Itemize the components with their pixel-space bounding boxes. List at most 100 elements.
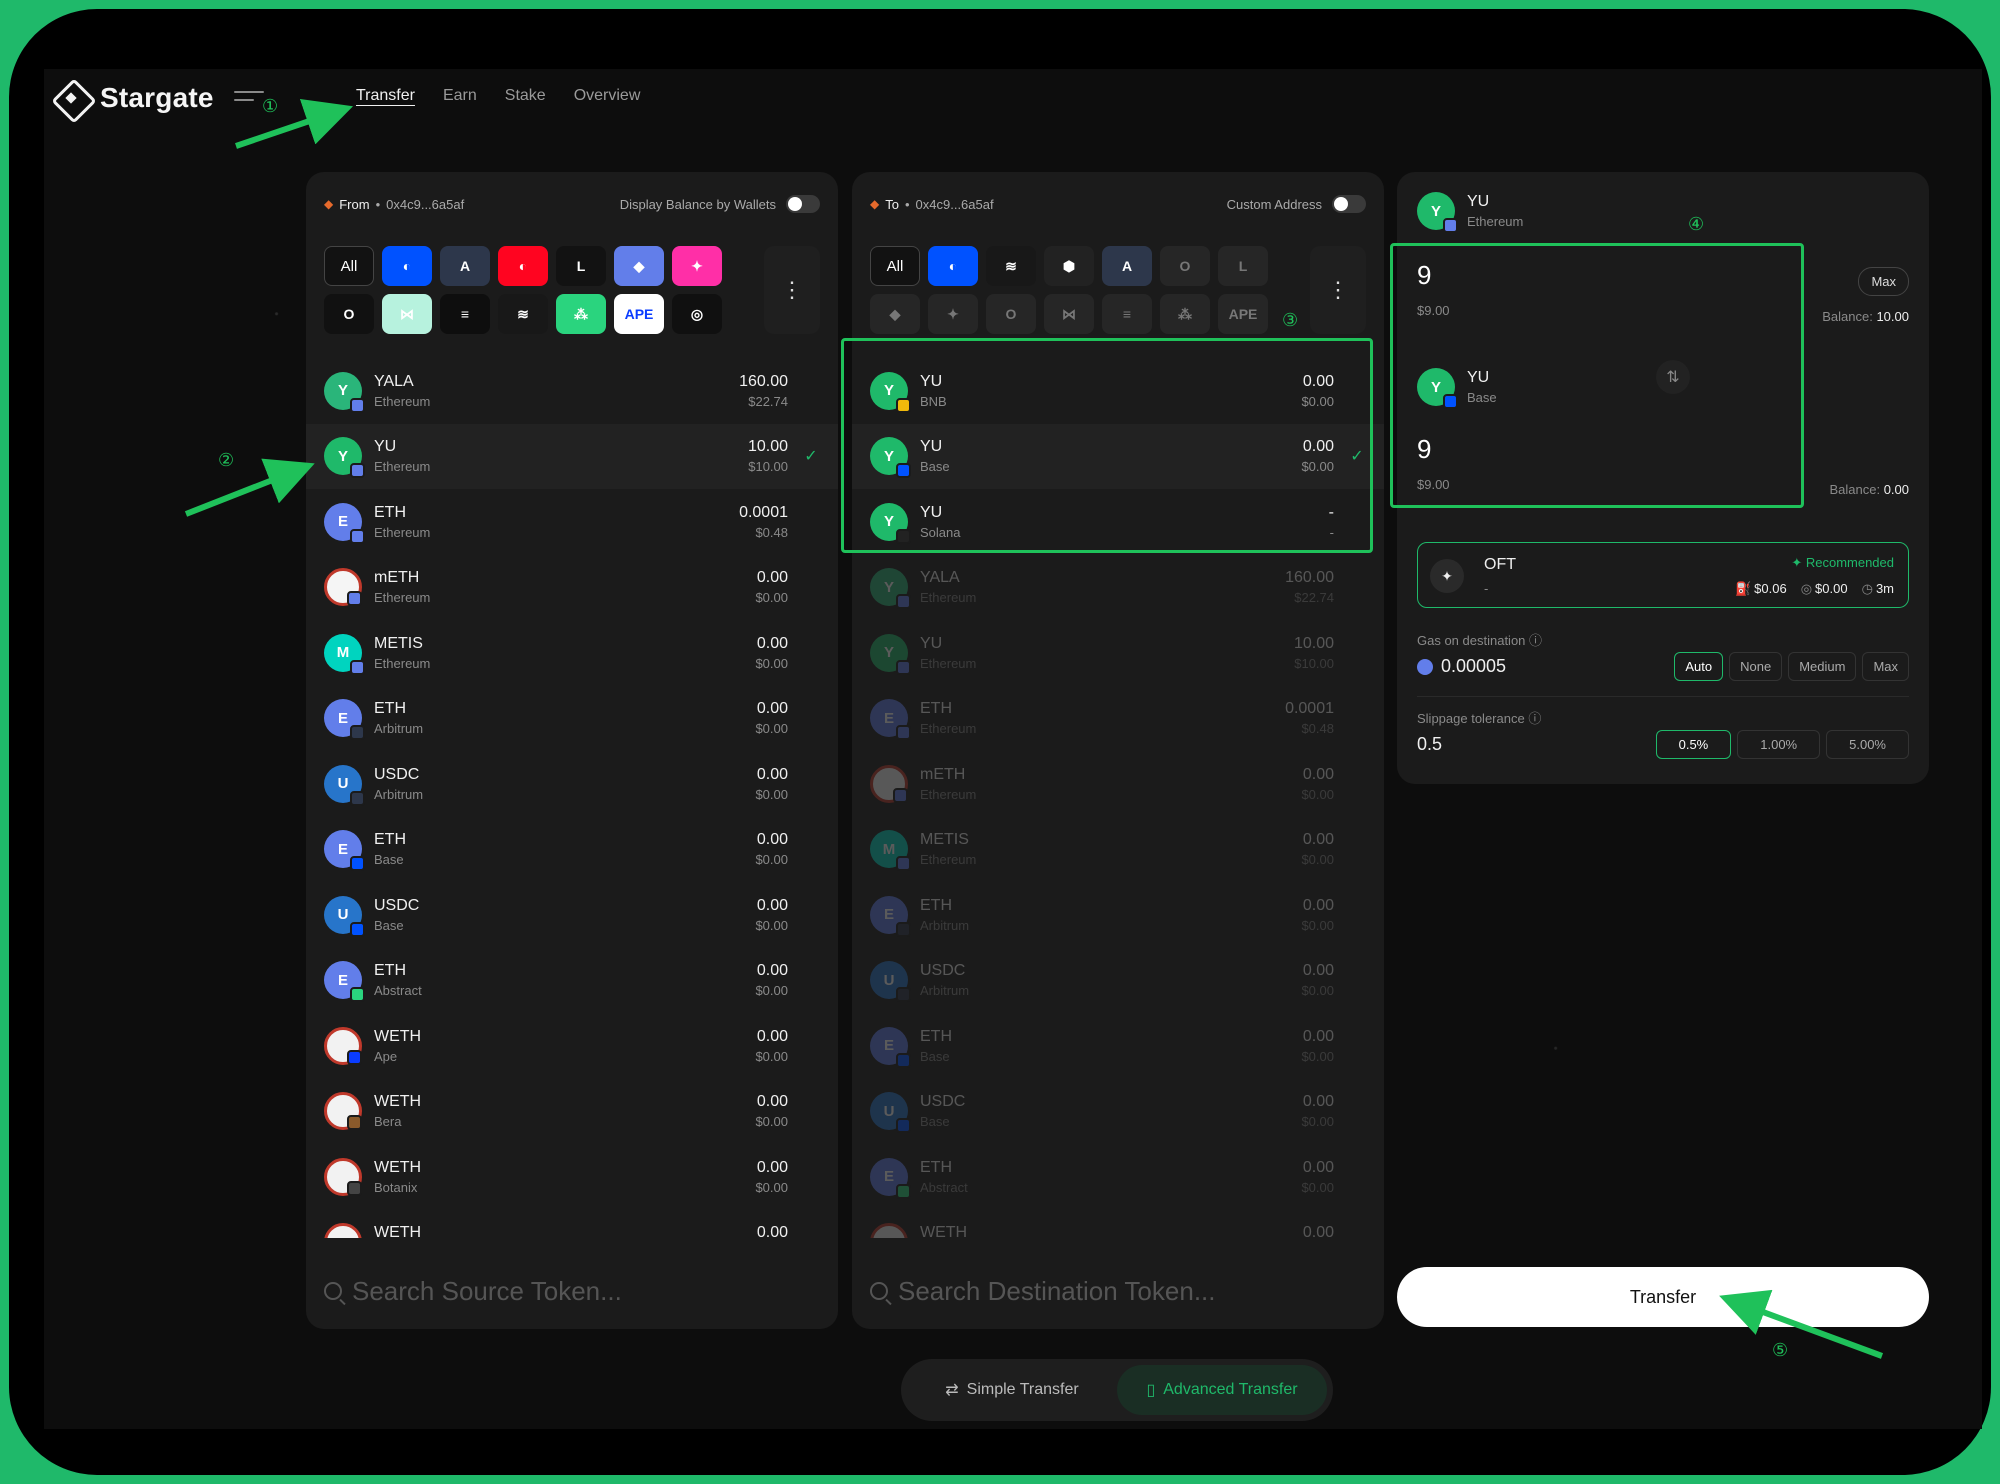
linea-icon[interactable]: L bbox=[1218, 246, 1268, 286]
chain-filter-all[interactable]: All bbox=[324, 246, 374, 286]
bera-icon[interactable]: ≡ bbox=[1102, 294, 1152, 334]
from-address[interactable]: 0x4c9...6a5af bbox=[386, 197, 464, 212]
token-row[interactable]: mETH Ethereum 0.00 $0.00 bbox=[306, 555, 838, 621]
sparkle-icon[interactable]: ✦ bbox=[672, 246, 722, 286]
solana-icon[interactable]: ≋ bbox=[498, 294, 548, 334]
simple-transfer-tab[interactable]: ⇄ Simple Transfer bbox=[907, 1365, 1117, 1415]
token-row[interactable]: E ETH Abstract 0.00 $0.00 bbox=[306, 948, 838, 1014]
token-row[interactable]: WETHConflux0.00$0.00 bbox=[306, 1210, 838, 1238]
token-row[interactable]: E ETH Arbitrum 0.00 $0.00 bbox=[852, 882, 1384, 948]
advanced-transfer-tab[interactable]: ▯ Advanced Transfer bbox=[1117, 1365, 1327, 1415]
chain-filter-ape[interactable]: APE bbox=[1218, 294, 1268, 334]
linea-icon[interactable]: L bbox=[556, 246, 606, 286]
token-row[interactable]: U USDC Base 0.00 $0.00 bbox=[852, 1079, 1384, 1145]
custom-address-toggle[interactable] bbox=[1332, 195, 1366, 213]
ethereum-icon[interactable]: ◆ bbox=[614, 246, 664, 286]
gas-auto[interactable]: Auto bbox=[1674, 652, 1724, 681]
source-amount-block[interactable]: 9 $9.00 bbox=[1417, 260, 1450, 318]
to-address[interactable]: 0x4c9...6a5af bbox=[916, 197, 994, 212]
token-row[interactable]: Y YALA Ethereum 160.00 $22.74 bbox=[852, 555, 1384, 621]
coin-icon: ◎ bbox=[1800, 581, 1813, 596]
ethereum-icon[interactable]: ◆ bbox=[870, 294, 920, 334]
mantle-icon[interactable]: ⋈ bbox=[1044, 294, 1094, 334]
token-row[interactable]: E ETH Ethereum 0.0001 $0.48 bbox=[852, 686, 1384, 752]
gas-max[interactable]: Max bbox=[1862, 652, 1909, 681]
route-option[interactable]: ✦ OFT - ✦ Recommended ⛽ $0.06 ◎ $0.00 ◷ 3m bbox=[1417, 542, 1909, 608]
token-row[interactable]: mETH Ethereum 0.00 $0.00 bbox=[852, 751, 1384, 817]
nav-stake[interactable]: Stake bbox=[505, 87, 546, 105]
destination-search[interactable]: Search Destination Token... bbox=[870, 1267, 1366, 1315]
token-row[interactable]: Y YU Base 0.00 $0.00 ✓ bbox=[852, 423, 1384, 489]
more-chains-icon[interactable]: ⋮ bbox=[1310, 246, 1366, 334]
source-balance: Balance: 10.00 bbox=[1822, 309, 1909, 324]
token-row[interactable]: E ETH Base 0.00 $0.00 bbox=[852, 1013, 1384, 1079]
token-row[interactable]: WETH Bera 0.00 $0.00 bbox=[306, 1079, 838, 1145]
token-row[interactable]: Y YALA Ethereum 160.00 $22.74 bbox=[306, 358, 838, 424]
nav-earn[interactable]: Earn bbox=[443, 87, 477, 105]
gas-none[interactable]: None bbox=[1729, 652, 1783, 681]
source-token-display[interactable]: Y YU Ethereum bbox=[1417, 192, 1524, 233]
destination-search-input[interactable]: Search Destination Token... bbox=[898, 1276, 1215, 1307]
slippage-value[interactable]: 0.5 bbox=[1417, 734, 1442, 755]
base-icon[interactable]: ◐ bbox=[382, 246, 432, 286]
menu-icon[interactable] bbox=[234, 91, 264, 105]
clock-icon: ◷ bbox=[1861, 581, 1873, 596]
token-row[interactable]: Y YU Ethereum 10.00 $10.00 ✓ bbox=[306, 423, 838, 489]
transfer-button[interactable]: Transfer bbox=[1397, 1267, 1929, 1327]
token-row[interactable]: U USDC Arbitrum 0.00 $0.00 bbox=[852, 948, 1384, 1014]
token-usd: $0.00 bbox=[755, 721, 788, 737]
swap-direction-icon[interactable]: ⇅ bbox=[1656, 360, 1690, 394]
token-row[interactable]: M METIS Ethereum 0.00 $0.00 bbox=[852, 817, 1384, 883]
source-search[interactable]: Search Source Token... bbox=[324, 1267, 820, 1315]
token-name: mETH bbox=[374, 569, 420, 587]
token-row[interactable]: E ETH Abstract 0.00 $0.00 bbox=[852, 1144, 1384, 1210]
slippage-0-5[interactable]: 0.5% bbox=[1655, 730, 1732, 759]
polygon-icon[interactable]: ◎ bbox=[672, 294, 722, 334]
abstract-icon[interactable]: ⁂ bbox=[1160, 294, 1210, 334]
bera-icon[interactable]: ≡ bbox=[440, 294, 490, 334]
src-token-chain: Ethereum bbox=[1467, 214, 1524, 229]
source-search-input[interactable]: Search Source Token... bbox=[352, 1276, 622, 1307]
token-row[interactable]: Y YU Ethereum 10.00 $10.00 bbox=[852, 620, 1384, 686]
token-row[interactable]: WETHApe0.00$0.00 bbox=[306, 1013, 838, 1079]
token-usd: $0.00 bbox=[1301, 1179, 1334, 1195]
bnb-icon[interactable]: ⬢ bbox=[1044, 246, 1094, 286]
display-balance-toggle[interactable] bbox=[786, 195, 820, 213]
mantle-icon[interactable]: ⋈ bbox=[382, 294, 432, 334]
eta: ◷ 3m bbox=[1861, 581, 1894, 596]
token-row[interactable]: U USDC Arbitrum 0.00 $0.00 bbox=[306, 751, 838, 817]
token-row[interactable]: WETH Botanix 0.00 $0.00 bbox=[306, 1144, 838, 1210]
arbitrum-icon[interactable]: A bbox=[1102, 246, 1152, 286]
o-icon[interactable]: O bbox=[1160, 246, 1210, 286]
chain-filter-ape[interactable]: APE bbox=[614, 294, 664, 334]
slippage-5[interactable]: 5.00% bbox=[1826, 730, 1909, 759]
o-icon[interactable]: O bbox=[324, 294, 374, 334]
logo[interactable]: Stargate bbox=[52, 79, 214, 117]
more-chains-icon[interactable]: ⋮ bbox=[764, 246, 820, 334]
abstract-icon[interactable]: ⁂ bbox=[556, 294, 606, 334]
sparkle-icon[interactable]: ✦ bbox=[928, 294, 978, 334]
nav-overview[interactable]: Overview bbox=[574, 87, 641, 105]
token-row[interactable]: WETHApe0.00$0.00 bbox=[852, 1210, 1384, 1238]
source-amount-input[interactable]: 9 bbox=[1417, 260, 1450, 291]
arbitrum-icon[interactable]: A bbox=[440, 246, 490, 286]
optimism-icon[interactable]: ◐ bbox=[498, 246, 548, 286]
token-amount: 0.00 bbox=[1302, 1027, 1334, 1045]
solana-icon[interactable]: ≋ bbox=[986, 246, 1036, 286]
slippage-1[interactable]: 1.00% bbox=[1737, 730, 1821, 759]
eth-token-icon: E bbox=[324, 830, 365, 872]
destination-token-display[interactable]: Y YU Base bbox=[1417, 368, 1497, 409]
token-row[interactable]: E ETH Base 0.00 $0.00 bbox=[306, 817, 838, 883]
token-row[interactable]: Y YU Solana - - bbox=[852, 489, 1384, 555]
gas-medium[interactable]: Medium bbox=[1788, 652, 1857, 681]
token-row[interactable]: U USDC Base 0.00 $0.00 bbox=[306, 882, 838, 948]
token-row[interactable]: E ETH Arbitrum 0.00 $0.00 bbox=[306, 686, 838, 752]
nav-transfer[interactable]: Transfer bbox=[356, 87, 415, 105]
token-row[interactable]: Y YU BNB 0.00 $0.00 bbox=[852, 358, 1384, 424]
o-icon[interactable]: O bbox=[986, 294, 1036, 334]
token-row[interactable]: M METIS Ethereum 0.00 $0.00 bbox=[306, 620, 838, 686]
token-row[interactable]: E ETH Ethereum 0.0001 $0.48 bbox=[306, 489, 838, 555]
chain-filter-all[interactable]: All bbox=[870, 246, 920, 286]
base-icon[interactable]: ◐ bbox=[928, 246, 978, 286]
max-button[interactable]: Max bbox=[1858, 267, 1909, 296]
